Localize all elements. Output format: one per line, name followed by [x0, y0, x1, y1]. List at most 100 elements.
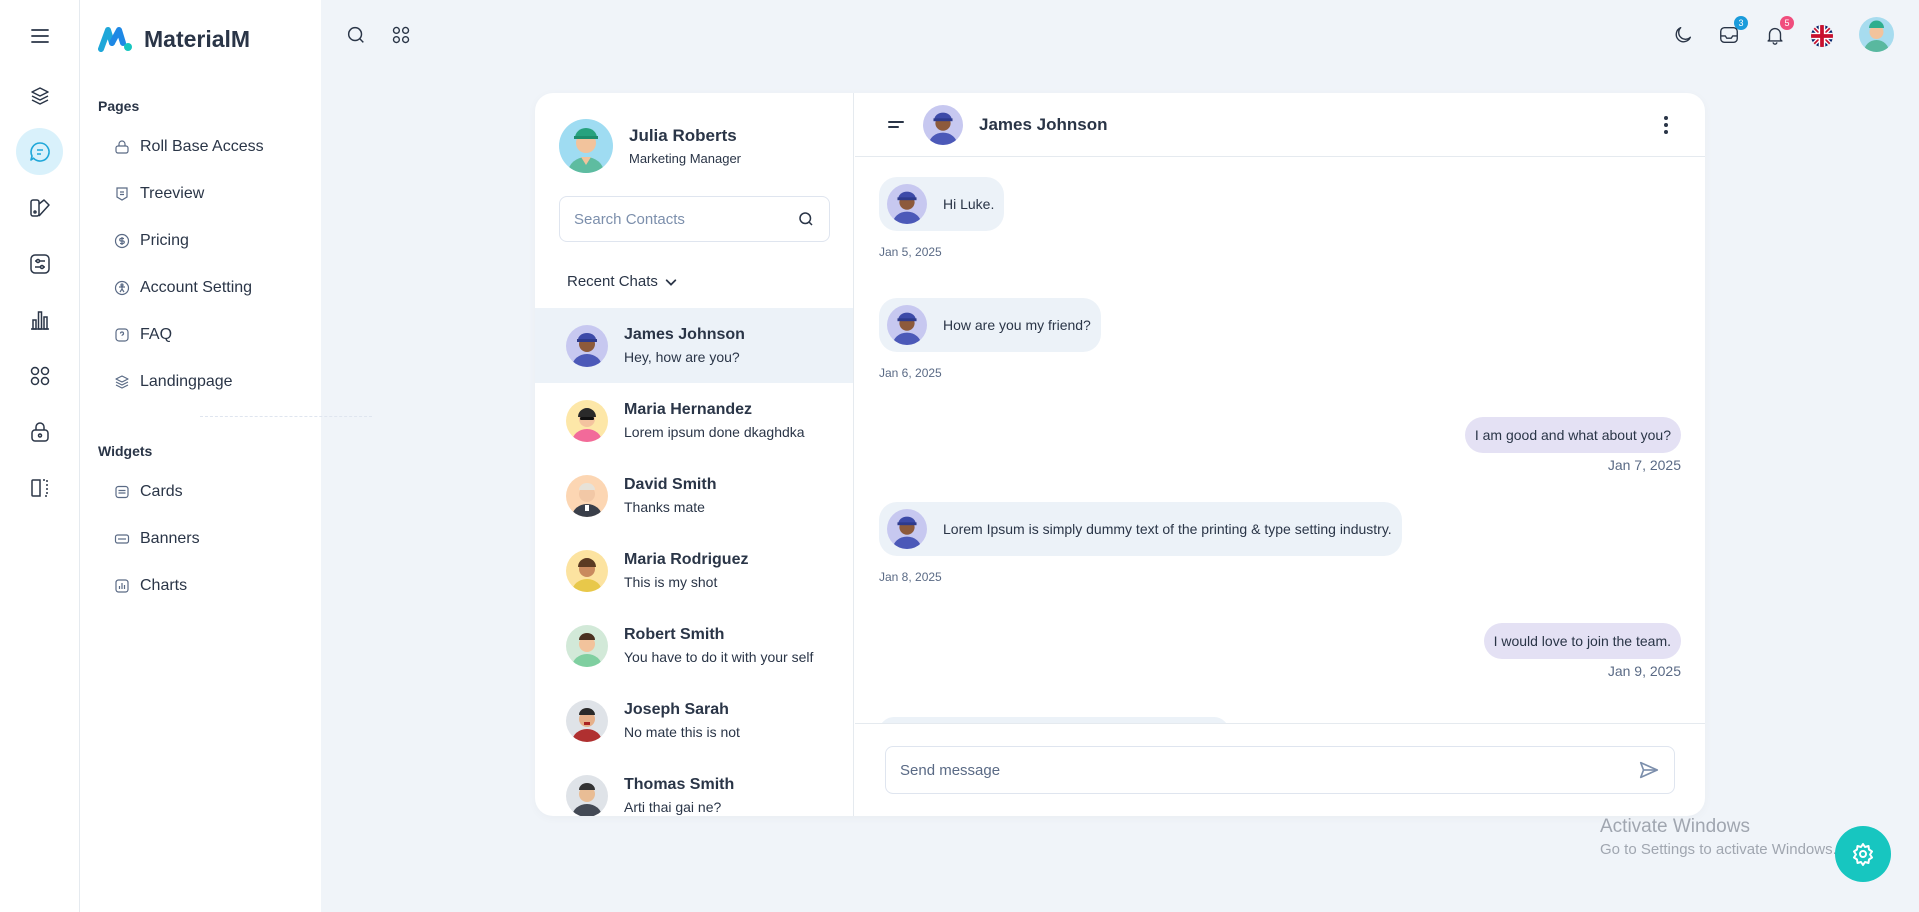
notif-badge: 5 — [1780, 16, 1794, 30]
conversation-name: James Johnson — [979, 114, 1108, 134]
message-avatar — [887, 184, 927, 224]
watermark-title: Activate Windows — [1600, 816, 1750, 837]
brand[interactable]: MaterialM — [98, 25, 250, 53]
sidebar-item-account-setting[interactable]: Account Setting — [114, 273, 252, 303]
message-input-box — [885, 746, 1675, 794]
bell-icon[interactable]: 5 — [1764, 16, 1794, 46]
moon-icon[interactable] — [1672, 24, 1694, 46]
sidebar-item-label: Landingpage — [140, 373, 233, 390]
bar-chart-icon[interactable] — [16, 296, 63, 343]
contact-last-message: This is my shot — [624, 574, 718, 590]
sidebar-item-label: Banners — [140, 530, 200, 547]
chevron-down-icon — [665, 278, 677, 286]
brand-name: MaterialM — [144, 25, 251, 52]
user-avatar[interactable] — [1859, 17, 1894, 52]
contact-item-maria-rodriguez[interactable]: Maria Rodriguez This is my shot — [535, 533, 853, 608]
tree-icon — [116, 187, 128, 201]
mail-icon[interactable]: 3 — [1718, 16, 1748, 46]
layers-icon[interactable] — [16, 72, 63, 119]
sidebar-item-roll-base-access[interactable]: Roll Base Access — [114, 132, 264, 162]
message-bubble: How are you my friend? — [879, 298, 1101, 352]
recent-chats-label: Recent Chats — [567, 273, 658, 290]
message-outgoing: I would love to join the team. Jan 9, 20… — [1483, 623, 1681, 679]
uk-flag-icon[interactable] — [1811, 25, 1833, 47]
book-icon[interactable] — [16, 464, 63, 511]
search-icon[interactable] — [797, 210, 815, 228]
sidebar-item-charts[interactable]: Charts — [114, 571, 187, 601]
contact-avatar — [566, 699, 608, 742]
message-bubble: Lorem Ipsum is simply dummy text of the … — [879, 502, 1402, 556]
message-date: Jan 8, 2025 — [879, 570, 942, 584]
mail-badge: 3 — [1734, 16, 1748, 30]
sidebar-item-faq[interactable]: FAQ — [114, 320, 172, 350]
toggle-sidebar-icon[interactable] — [887, 116, 905, 134]
contact-name: Robert Smith — [624, 626, 725, 643]
sidebar-item-banners[interactable]: Banners — [114, 524, 200, 554]
contact-last-message: Lorem ipsum done dkaghdka — [624, 424, 805, 440]
contact-name: Maria Rodriguez — [624, 551, 749, 568]
activate-windows-watermark: Activate Windows Go to Settings to activ… — [1600, 816, 1837, 858]
message-date: Jan 7, 2025 — [1607, 457, 1681, 473]
sidebar-item-cards[interactable]: Cards — [114, 477, 183, 507]
message-list: Hi Luke. Jan 5, 2025 How are you my frie… — [855, 157, 1705, 723]
apps-grid-icon[interactable] — [390, 24, 412, 46]
sidebar-item-label: Cards — [140, 483, 183, 500]
contact-item-david-smith[interactable]: David Smith Thanks mate — [535, 458, 853, 533]
sidebar-item-pricing[interactable]: Pricing — [114, 226, 189, 256]
contact-last-message: You have to do it with your self — [624, 649, 814, 665]
chart-icon — [115, 579, 129, 593]
gear-icon — [1853, 843, 1873, 866]
contact-avatar — [566, 324, 608, 367]
contact-last-message: No mate this is not — [624, 724, 740, 740]
message-avatar — [887, 305, 927, 345]
contact-name: Joseph Sarah — [624, 701, 729, 718]
lock-icon[interactable] — [16, 408, 63, 455]
message-text: Lorem Ipsum is simply dummy text of the … — [943, 521, 1392, 537]
contact-item-joseph-sarah[interactable]: Joseph Sarah No mate this is not — [535, 683, 853, 758]
dollar-icon — [114, 233, 130, 249]
contact-last-message: Hey, how are you? — [624, 349, 740, 365]
apps-icon[interactable] — [16, 352, 63, 399]
sliders-icon[interactable] — [16, 240, 63, 287]
message-bubble: Hi Luke. — [879, 177, 1005, 231]
contact-search — [559, 196, 830, 242]
sidebar-item-treeview[interactable]: Treeview — [114, 179, 204, 209]
section-title-widgets: Widgets — [98, 443, 153, 459]
profile-name: Julia Roberts — [629, 126, 737, 145]
message-incoming: Lorem Ipsum is simply dummy text of the … — [879, 502, 1402, 584]
contact-avatar — [566, 624, 608, 667]
section-title-pages: Pages — [98, 98, 140, 114]
contact-name: David Smith — [624, 476, 717, 493]
sidebar: MaterialM Pages Roll Base Access Treevie… — [80, 0, 372, 912]
contact-item-thomas-smith[interactable]: Thomas Smith Arti thai gai ne? — [535, 758, 853, 816]
search-input[interactable] — [574, 210, 797, 228]
more-vertical-icon[interactable] — [1663, 115, 1669, 135]
accessibility-icon — [114, 280, 130, 296]
message-date: Jan 5, 2025 — [879, 245, 942, 259]
chat-app-icon[interactable] — [16, 128, 63, 175]
search-icon[interactable] — [345, 24, 367, 46]
message-input[interactable] — [900, 761, 1638, 779]
message-date: Jan 9, 2025 — [1607, 663, 1681, 679]
conversation-avatar — [923, 104, 963, 145]
settings-fab[interactable] — [1835, 826, 1891, 882]
sidebar-item-label: Charts — [140, 577, 188, 594]
layers-icon — [115, 375, 129, 389]
contact-item-robert-smith[interactable]: Robert Smith You have to do it with your… — [535, 608, 853, 683]
message-text: Hi Luke. — [943, 196, 995, 212]
recent-chats-dropdown[interactable]: Recent Chats — [567, 273, 678, 290]
message-date: Jan 6, 2025 — [879, 366, 942, 380]
contact-item-maria-hernandez[interactable]: Maria Hernandez Lorem ipsum done dkaghdk… — [535, 383, 853, 458]
contact-item-james-johnson[interactable]: James Johnson Hey, how are you? — [535, 308, 853, 383]
sidebar-item-label: Account Setting — [140, 279, 253, 296]
conversation-header: James Johnson — [855, 93, 1705, 157]
menu-icon[interactable] — [16, 12, 63, 59]
sidebar-item-landingpage[interactable]: Landingpage — [114, 367, 233, 397]
contact-avatar — [566, 474, 608, 517]
profile-avatar[interactable] — [559, 119, 613, 173]
contact-name: Maria Hernandez — [624, 401, 753, 418]
sidebar-item-label: FAQ — [140, 326, 173, 343]
banner-icon — [114, 534, 130, 544]
send-icon[interactable] — [1638, 759, 1660, 781]
palette-icon[interactable] — [16, 184, 63, 231]
